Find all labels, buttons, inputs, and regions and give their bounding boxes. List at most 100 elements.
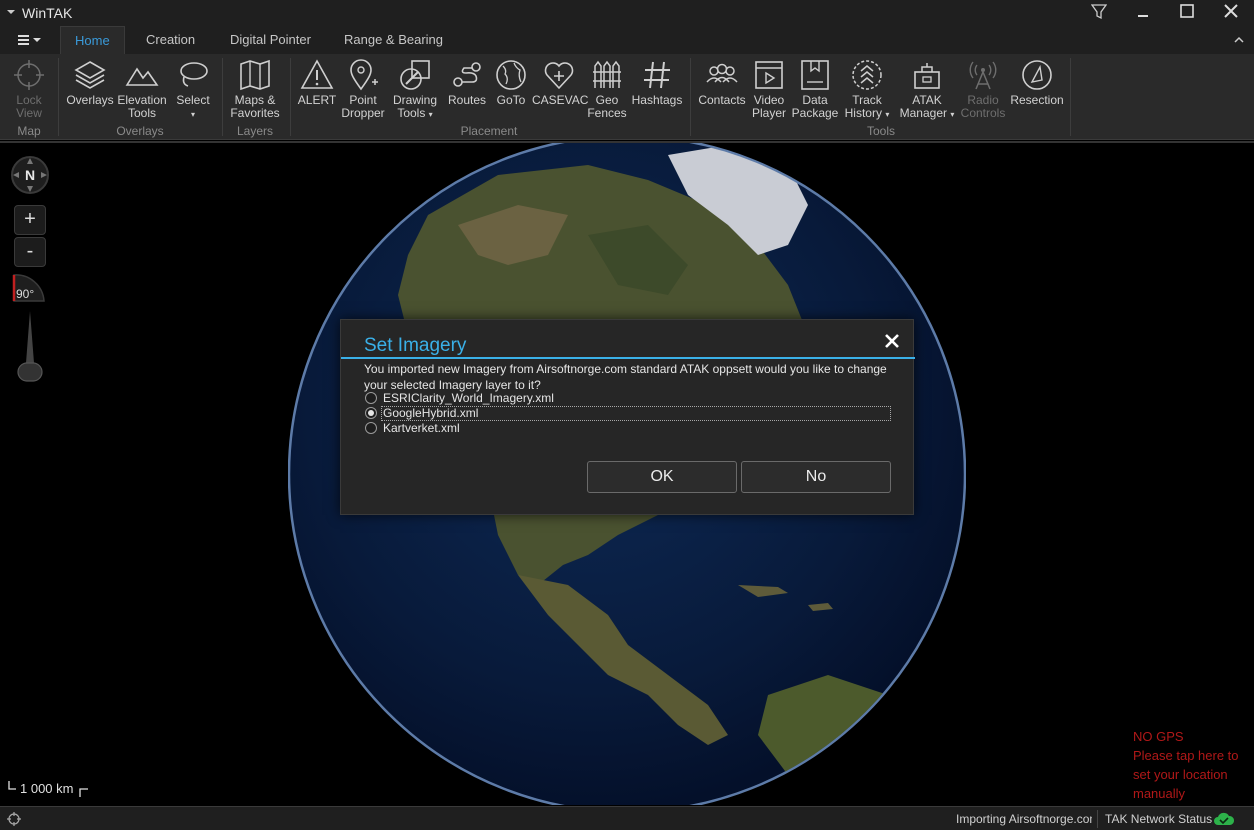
location-crosshair-icon[interactable] bbox=[6, 811, 22, 827]
goto-label: GoTo bbox=[496, 93, 526, 107]
alert-label: ALERT bbox=[297, 93, 337, 107]
select-button[interactable]: Select ▾ bbox=[170, 56, 216, 124]
imagery-option-label: GoogleHybrid.xml bbox=[383, 406, 479, 420]
radio-button[interactable] bbox=[365, 422, 377, 434]
scale-label: 1 000 km bbox=[20, 781, 74, 796]
radio-button[interactable] bbox=[365, 392, 377, 404]
close-icon[interactable] bbox=[883, 332, 901, 350]
group-label-placement: Placement bbox=[460, 124, 518, 138]
contacts-label: Contacts bbox=[698, 93, 746, 107]
geo-fences-label: Geo Fences bbox=[587, 93, 627, 120]
ribbon-separator bbox=[58, 58, 59, 136]
casevac-label: CASEVAC bbox=[532, 93, 589, 107]
ribbon-separator bbox=[290, 58, 291, 136]
minimize-button[interactable] bbox=[1128, 2, 1158, 24]
route-icon bbox=[453, 62, 481, 87]
track-history-icon bbox=[852, 60, 882, 90]
atak-manager-button[interactable]: ATAK Manager ▾ bbox=[896, 56, 958, 124]
dialog-title: Set Imagery bbox=[364, 335, 467, 356]
drawing-tools-icon bbox=[400, 60, 430, 90]
tab-home[interactable]: Home bbox=[60, 26, 125, 54]
status-separator bbox=[1097, 810, 1098, 828]
ribbon: Lock View Map Overlays Elevation Tools S… bbox=[0, 54, 1254, 140]
ok-button[interactable]: OK bbox=[587, 461, 737, 493]
group-label-map: Map bbox=[17, 124, 41, 138]
map-icon bbox=[240, 59, 270, 91]
collapse-ribbon-icon[interactable] bbox=[1232, 33, 1246, 47]
radio-tower-icon bbox=[969, 61, 997, 90]
tab-creation[interactable]: Creation bbox=[132, 26, 209, 54]
lasso-icon bbox=[180, 62, 208, 87]
import-status-text: Importing Airsoftnorge.com bbox=[956, 812, 1092, 826]
maximize-button[interactable] bbox=[1172, 2, 1202, 24]
drawing-tools-label: Drawing Tools ▾ bbox=[392, 93, 437, 120]
hashtag-icon bbox=[644, 61, 670, 89]
point-dropper-button[interactable]: Point Dropper bbox=[340, 56, 386, 124]
status-bar: Importing Airsoftnorge.com TAK Network S… bbox=[0, 806, 1254, 830]
group-label-overlays: Overlays bbox=[116, 124, 164, 138]
cloud-check-icon[interactable] bbox=[1213, 810, 1235, 828]
hashtags-button[interactable]: Hashtags bbox=[630, 56, 684, 124]
resection-button[interactable]: Resection bbox=[1008, 56, 1066, 124]
tab-range-bearing[interactable]: Range & Bearing bbox=[330, 26, 457, 54]
warning-triangle-icon bbox=[300, 59, 334, 89]
drawing-tools-button[interactable]: Drawing Tools ▾ bbox=[388, 56, 442, 124]
tilt-value: 90° bbox=[16, 287, 35, 301]
tab-digital-pointer[interactable]: Digital Pointer bbox=[216, 26, 325, 54]
atak-manager-icon bbox=[914, 63, 940, 89]
no-gps-title: NO GPS bbox=[1133, 729, 1184, 744]
group-label-tools: Tools bbox=[866, 124, 895, 138]
atak-manager-label: ATAK Manager ▾ bbox=[899, 93, 955, 120]
tilt-slider[interactable] bbox=[14, 309, 46, 385]
dialog-title-rule bbox=[341, 357, 915, 359]
compass-north-label: N bbox=[25, 167, 35, 183]
zoom-in-button[interactable]: + bbox=[14, 205, 46, 235]
map-pin-plus-icon bbox=[350, 59, 378, 91]
no-gps-warning[interactable]: NO GPS Please tap here to set your locat… bbox=[1133, 727, 1249, 803]
routes-label: Routes bbox=[447, 93, 487, 107]
app-menu-caret-icon[interactable] bbox=[6, 7, 16, 17]
dialog-message: You imported new Imagery from Airsoftnor… bbox=[364, 362, 887, 392]
no-button[interactable]: No bbox=[741, 461, 891, 493]
ribbon-separator bbox=[222, 58, 223, 136]
alert-button[interactable]: ALERT bbox=[294, 56, 340, 124]
scale-bar: 1 000 km bbox=[8, 779, 92, 799]
point-dropper-label: Point Dropper bbox=[341, 93, 385, 120]
data-package-label: Data Package bbox=[791, 93, 839, 120]
video-player-button[interactable]: Video Player bbox=[748, 56, 790, 124]
elevation-tools-button[interactable]: Elevation Tools bbox=[116, 56, 168, 124]
radio-button-selected[interactable] bbox=[365, 407, 377, 419]
goto-button[interactable]: GoTo bbox=[490, 56, 532, 124]
compass-icon[interactable]: N bbox=[10, 155, 50, 195]
set-imagery-dialog: Set Imagery You imported new Imagery fro… bbox=[340, 319, 915, 515]
maps-favorites-label: Maps & Favorites bbox=[230, 93, 280, 120]
maps-favorites-button[interactable]: Maps & Favorites bbox=[226, 56, 284, 124]
data-package-button[interactable]: Data Package bbox=[790, 56, 840, 124]
hamburger-icon bbox=[18, 35, 41, 45]
geo-fences-button[interactable]: Geo Fences bbox=[586, 56, 628, 124]
group-label-layers: Layers bbox=[236, 124, 274, 138]
casevac-button[interactable]: CASEVAC bbox=[532, 56, 589, 124]
layers-icon bbox=[74, 61, 106, 89]
zoom-out-button[interactable]: - bbox=[14, 237, 46, 267]
radio-controls-button[interactable]: Radio Controls bbox=[958, 56, 1008, 124]
map-view[interactable]: N + - 90° 1 000 km NO GPS Please tap her… bbox=[0, 141, 1254, 805]
close-window-button[interactable] bbox=[1216, 2, 1246, 24]
ribbon-tabs: Home Creation Digital Pointer Range & Be… bbox=[0, 26, 1254, 54]
track-history-button[interactable]: Track History ▾ bbox=[842, 56, 892, 124]
routes-button[interactable]: Routes bbox=[444, 56, 490, 124]
overlays-button[interactable]: Overlays bbox=[64, 56, 116, 124]
overlays-label: Overlays bbox=[66, 93, 114, 107]
lock-view-label: Lock View bbox=[16, 93, 42, 120]
track-history-label: Track History ▾ bbox=[844, 93, 890, 120]
fence-icon bbox=[593, 60, 621, 88]
contacts-icon bbox=[706, 63, 738, 83]
title-bar: WinTAK bbox=[0, 0, 1254, 26]
lock-view-button[interactable]: Lock View bbox=[6, 56, 52, 124]
filter-icon[interactable] bbox=[1084, 2, 1114, 24]
main-menu-button[interactable] bbox=[14, 30, 46, 50]
app-title: WinTAK bbox=[22, 5, 73, 21]
contacts-button[interactable]: Contacts bbox=[696, 56, 748, 124]
tak-network-status-label[interactable]: TAK Network Status bbox=[1105, 812, 1212, 826]
no-gps-message: Please tap here to set your location man… bbox=[1133, 748, 1239, 801]
